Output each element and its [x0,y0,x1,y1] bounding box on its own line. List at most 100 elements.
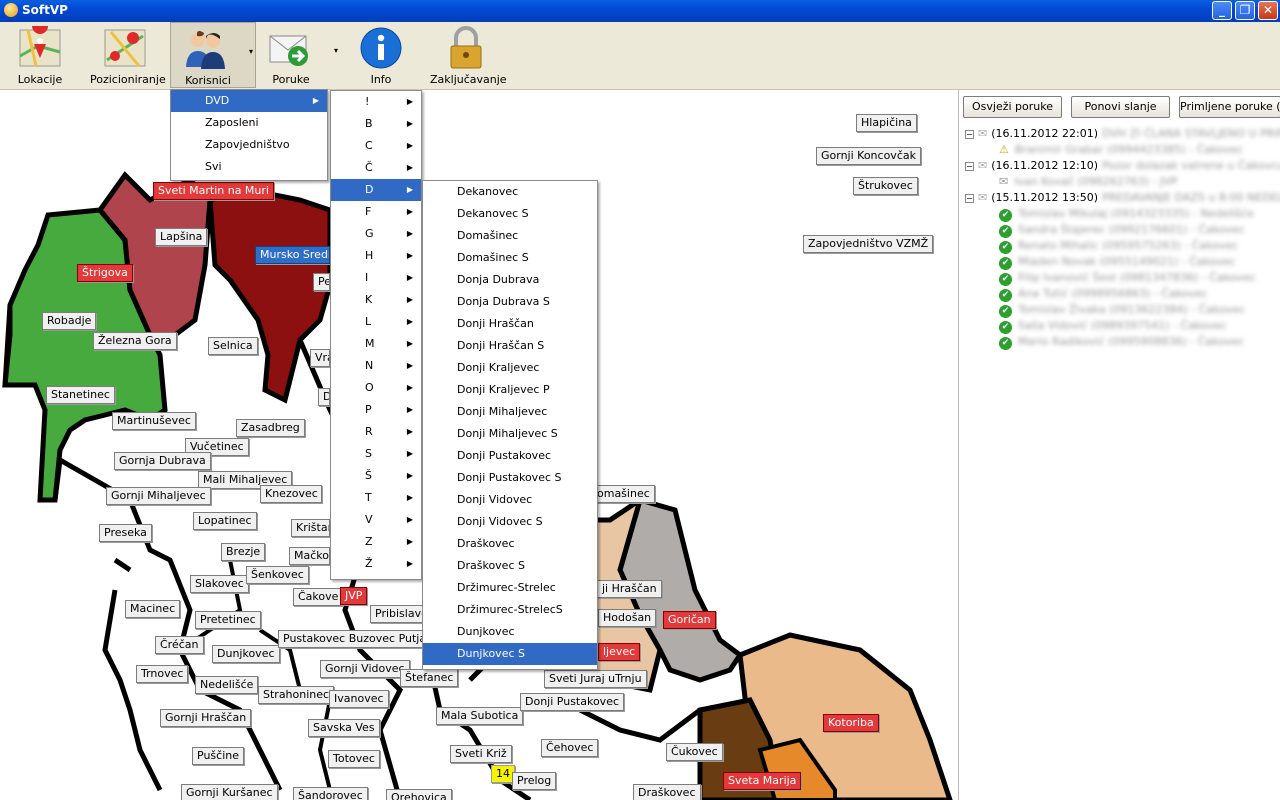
map-label[interactable]: Savska Ves [308,719,380,737]
map-label[interactable]: Štrukovec [853,177,918,195]
tree-leaf[interactable]: ✔ Filip Ivanović Šest (0981347836) - Čako… [965,270,1280,286]
menu-item[interactable]: ! ▶ [331,91,421,113]
map-label[interactable]: Mursko Središće [255,246,330,264]
map-label[interactable]: Ivanovec [329,690,389,708]
menu-item[interactable]: Zapovjedništvo [171,134,327,156]
menu-item[interactable]: Ž ▶ [331,553,421,575]
map-label[interactable]: Pustakovec Buzovec Putjane [278,630,424,648]
map-label[interactable]: Sveti Križ [450,745,512,763]
menu-item[interactable]: Držimurec-StrelecS [423,599,597,621]
map-label[interactable]: Strahoninec [258,686,335,704]
map-label[interactable]: Sveti Juraj uTrnju [544,670,647,688]
toolbar-korisnici-button[interactable]: ▾ Korisnici [170,22,256,88]
map-label[interactable]: Draškovec [633,784,701,800]
map-label[interactable]: Zapovjedništvo VZMŽ [803,235,934,253]
map-label[interactable]: Puščine [192,747,244,765]
menu-item[interactable]: G ▶ [331,223,421,245]
map-label[interactable]: Hodošan [598,609,657,627]
map-label[interactable]: ljevec [598,643,641,661]
maximize-button[interactable]: ❐ [1235,1,1255,20]
menu-item[interactable]: Držimurec-Strelec [423,577,597,599]
map-label[interactable]: D [318,388,330,406]
menu-item[interactable]: Č ▶ [331,157,421,179]
menu-item[interactable]: P ▶ [331,399,421,421]
map-label[interactable]: Pribislave [370,605,424,623]
minimize-button[interactable]: _ [1212,1,1232,20]
map-label[interactable]: Goričan [663,611,716,629]
toolbar-zakljucavanje-button[interactable]: Zaključavanje [430,22,507,88]
menu-item[interactable]: V ▶ [331,509,421,531]
collapse-icon[interactable]: − [965,194,974,203]
map-label[interactable]: Macinec [125,600,181,618]
menu-item[interactable]: Donji Pustakovec [423,445,597,467]
map-label[interactable]: Štefanec [400,669,459,687]
map-label[interactable]: Gornji Vidovec [320,660,410,678]
menu-item[interactable]: Draškovec S [423,555,597,577]
menu-item[interactable]: Donji Mihaljevec [423,401,597,423]
map-label[interactable]: Totovec [328,750,380,768]
menu-item[interactable]: S ▶ [331,443,421,465]
map-label[interactable]: Pe [313,273,330,291]
map-label[interactable]: Stanetinec [46,386,115,404]
map-label[interactable]: Prelog [512,772,557,790]
map-label[interactable]: Knezovec [260,485,322,503]
menu-item[interactable]: Svi [171,156,327,178]
map-label[interactable]: Šandorovec [293,787,368,800]
menu-item[interactable]: L ▶ [331,311,421,333]
map-label[interactable]: Hlapičina [856,114,917,132]
map-label[interactable]: Nedelišće [195,676,259,694]
menu-item[interactable]: Donji Kraljevec P [423,379,597,401]
menu-item[interactable]: Donji Mihaljevec S [423,423,597,445]
tree-leaf[interactable]: ✉ Ivan Kovač (098262763) - JVP [965,174,1280,190]
menu-item[interactable]: I ▶ [331,267,421,289]
map-label[interactable]: Sveta Marija [723,772,802,790]
map-label[interactable]: Donji Pustakovec [520,693,625,711]
close-button[interactable]: ✕ [1258,1,1278,20]
map-label[interactable]: Lapšina [155,228,208,246]
menu-item[interactable]: O ▶ [331,377,421,399]
menu-item[interactable]: D ▶ [331,179,421,201]
toolbar-lokacije-button[interactable]: Lokacije [14,22,66,88]
tree-leaf[interactable]: ✔ Ana Tutić (0998956863) - Čakovec [965,286,1280,302]
toolbar-poruke-button[interactable]: ▾ Poruke [262,22,340,88]
menu-item[interactable]: Donji Kraljevec [423,357,597,379]
map-label[interactable]: JVP [340,587,368,605]
menu-item[interactable]: C ▶ [331,135,421,157]
tree-node[interactable]: − ✉ (15.11.2012 13:50) PREDAVANJE DAZS u 8:… [965,190,1280,206]
toolbar-info-button[interactable]: Info [356,22,406,88]
collapse-icon[interactable]: − [965,162,974,171]
map-label[interactable]: Krištan [291,519,330,537]
map-label[interactable]: Kotoriba [823,714,879,732]
menu-item[interactable]: Draškovec [423,533,597,555]
map-label[interactable]: Orehovica [386,789,452,800]
map-label[interactable]: Čakove [293,588,344,606]
map-label[interactable]: Gornji Mihaljevec [106,487,211,505]
map-label[interactable]: Slakovec [190,575,249,593]
menu-item[interactable]: Z ▶ [331,531,421,553]
map-label[interactable]: Čréčan [155,636,204,654]
refresh-messages-button[interactable]: Osvježi poruke [963,96,1062,118]
menu-item[interactable]: Dekanovec S [423,203,597,225]
menu-item[interactable]: K ▶ [331,289,421,311]
tree-leaf[interactable]: ✔ Mladen Novak (0955149021) - Čakovec [965,254,1280,270]
tree-leaf[interactable]: ✔ Mario Radiković (0995908836) - Čakovec [965,334,1280,350]
map-label[interactable]: Pretetinec [195,611,261,629]
menu-item[interactable]: Zaposleni [171,112,327,134]
menu-item[interactable]: Donji Hraščan S [423,335,597,357]
tree-leaf[interactable]: ✔ Renato Mihalic (0959575263) - Čakovec [965,238,1280,254]
menu-item[interactable]: B ▶ [331,113,421,135]
map-label[interactable]: Mačkov [289,547,330,565]
map-label[interactable]: Trnovec [136,665,189,683]
map-label[interactable]: Čehovec [541,739,599,757]
map-label[interactable]: Lopatinec [193,512,257,530]
menu-item[interactable]: Donji Vidovec S [423,511,597,533]
tree-leaf[interactable]: ✔ Tomislav Mikulaj (0914323335) - Nedeliš… [965,206,1280,222]
menu-item[interactable]: Domašinec S [423,247,597,269]
tree-leaf[interactable]: ✔ Tomislav Živaka (0913622384) - Čakovec [965,302,1280,318]
map-label[interactable]: Štrigova [77,264,133,282]
menu-item[interactable]: Dunjkovec [423,621,597,643]
menu-item[interactable]: Donji Vidovec [423,489,597,511]
menu-item[interactable]: Dunjkovec S [423,643,597,665]
chevron-down-icon[interactable]: ▾ [249,47,253,56]
map-label[interactable]: Selnica [208,337,258,355]
